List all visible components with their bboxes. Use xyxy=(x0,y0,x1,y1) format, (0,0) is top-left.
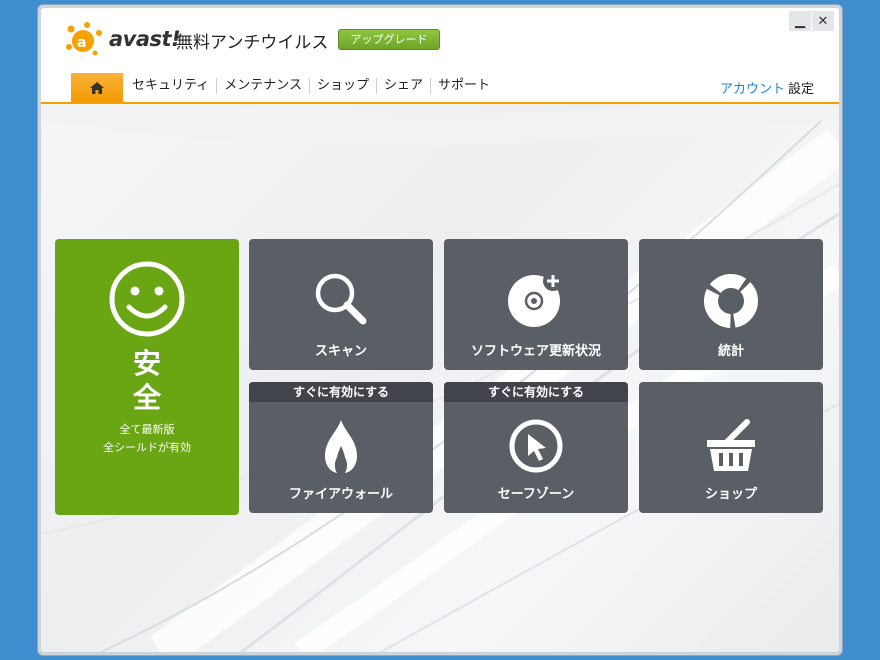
nav-item-security[interactable]: セキュリティ xyxy=(125,78,218,94)
home-icon xyxy=(90,81,104,94)
account-link[interactable]: アカウント xyxy=(720,78,785,97)
shop-label: ショップ xyxy=(704,487,757,502)
avast-splash-icon: a xyxy=(66,22,102,56)
nav-item-maintenance[interactable]: メンテナンス xyxy=(217,78,310,94)
smiley-icon xyxy=(109,261,185,337)
product-name: 無料アンチウイルス xyxy=(176,33,329,53)
safezone-tile[interactable]: すぐに有効にする セーフゾーン xyxy=(444,382,628,513)
software-update-label: ソフトウェア更新状況 xyxy=(470,344,601,359)
safezone-label: セーフゾーン xyxy=(497,487,575,502)
nav-items: セキュリティ メンテナンス ショップ シェア サポート xyxy=(125,78,497,94)
main-content: 安 全 全て最新版 全シールドが有効 スキャン ソフトウェア更新状況 統計 すぐ… xyxy=(41,104,839,652)
status-title: 安 全 xyxy=(55,347,239,415)
statistics-label: 統計 xyxy=(717,344,744,359)
status-tile[interactable]: 安 全 全て最新版 全シールドが有効 xyxy=(55,239,239,515)
firewall-activate-banner[interactable]: すぐに有効にする xyxy=(249,382,433,402)
nav-item-support[interactable]: サポート xyxy=(431,78,497,94)
software-update-icon xyxy=(508,271,563,327)
scan-tile[interactable]: スキャン xyxy=(249,239,433,370)
software-update-tile[interactable]: ソフトウェア更新状況 xyxy=(444,239,628,370)
minimize-button[interactable]: ▁ xyxy=(789,11,811,31)
status-line2: 全シールドが有効 xyxy=(103,441,191,454)
shop-tile[interactable]: ショップ xyxy=(639,382,823,513)
avast-logo[interactable]: a avast! xyxy=(65,21,181,57)
status-details: 全て最新版 全シールドが有効 xyxy=(55,421,239,457)
statistics-icon xyxy=(704,274,758,328)
nav-item-shop[interactable]: ショップ xyxy=(310,78,377,94)
flame-icon xyxy=(325,420,357,473)
settings-link[interactable]: 設定 xyxy=(788,78,814,97)
firewall-tile[interactable]: すぐに有効にする ファイアウォール xyxy=(249,382,433,513)
title-bar: a avast! 無料アンチウイルス アップグレード ▁ ✕ xyxy=(41,8,839,70)
nav-home-tab[interactable] xyxy=(71,73,123,102)
cursor-icon xyxy=(509,419,563,473)
upgrade-button[interactable]: アップグレード xyxy=(338,29,440,50)
statistics-tile[interactable]: 統計 xyxy=(639,239,823,370)
basket-icon xyxy=(707,419,755,471)
status-title-line1: 安 xyxy=(132,347,161,380)
main-nav: セキュリティ メンテナンス ショップ シェア サポート アカウント 設定 xyxy=(41,70,839,104)
firewall-label: ファイアウォール xyxy=(288,487,393,502)
logo-text: avast! xyxy=(109,27,181,51)
status-title-line2: 全 xyxy=(132,381,161,414)
magnifier-icon xyxy=(315,273,367,325)
close-button[interactable]: ✕ xyxy=(812,11,834,31)
nav-item-share[interactable]: シェア xyxy=(377,78,432,94)
app-window: a avast! 無料アンチウイルス アップグレード ▁ ✕ セキュリティ メン… xyxy=(38,5,842,655)
safezone-activate-banner[interactable]: すぐに有効にする xyxy=(444,382,628,402)
scan-label: スキャン xyxy=(314,344,367,359)
svg-text:a: a xyxy=(77,35,86,51)
status-line1: 全て最新版 xyxy=(119,423,175,436)
window-inner: a avast! 無料アンチウイルス アップグレード ▁ ✕ セキュリティ メン… xyxy=(41,8,839,652)
